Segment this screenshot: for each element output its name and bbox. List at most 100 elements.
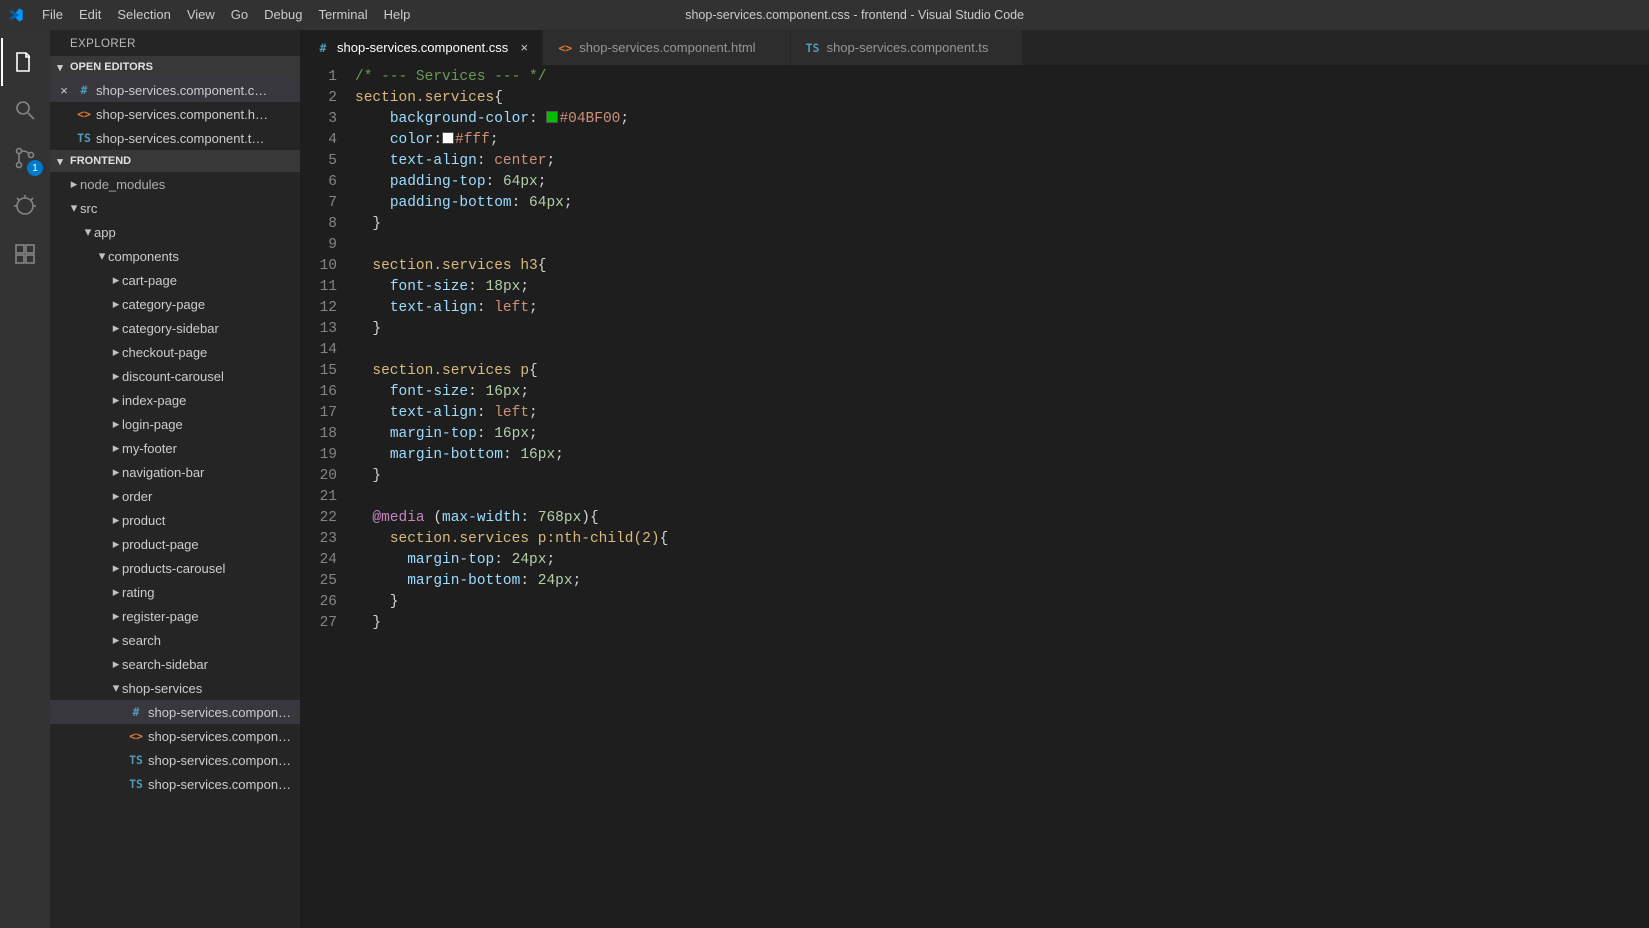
- search-activity-icon[interactable]: [1, 86, 49, 134]
- open-editors-header[interactable]: ▾ OPEN EDITORS: [50, 56, 300, 78]
- menu-help[interactable]: Help: [376, 0, 419, 30]
- code-line[interactable]: margin-top: 16px;: [355, 424, 1639, 445]
- file-item[interactable]: #shop-services.compon…: [50, 700, 300, 724]
- code-line[interactable]: font-size: 18px;: [355, 277, 1639, 298]
- chevron-right-icon[interactable]: ▸: [110, 512, 122, 528]
- folder-item[interactable]: ▸order: [50, 484, 300, 508]
- debug-activity-icon[interactable]: [1, 182, 49, 230]
- code-content[interactable]: /* --- Services --- */section.services{ …: [355, 67, 1649, 928]
- code-line[interactable]: text-align: left;: [355, 298, 1639, 319]
- file-item[interactable]: TSshop-services.compon…: [50, 748, 300, 772]
- chevron-right-icon[interactable]: ▸: [110, 344, 122, 360]
- folder-item[interactable]: ▸navigation-bar: [50, 460, 300, 484]
- code-line[interactable]: section.services{: [355, 88, 1639, 109]
- folder-item[interactable]: ▸product: [50, 508, 300, 532]
- folder-item[interactable]: ▸node_modules: [50, 172, 300, 196]
- chevron-right-icon[interactable]: ▸: [110, 320, 122, 336]
- menu-edit[interactable]: Edit: [71, 0, 109, 30]
- chevron-down-icon[interactable]: ▾: [110, 680, 122, 696]
- code-line[interactable]: @media (max-width: 768px){: [355, 508, 1639, 529]
- code-line[interactable]: }: [355, 214, 1639, 235]
- code-line[interactable]: }: [355, 466, 1639, 487]
- open-editor-item[interactable]: TSshop-services.component.t…: [50, 126, 300, 150]
- folder-item[interactable]: ▸index-page: [50, 388, 300, 412]
- code-line[interactable]: padding-bottom: 64px;: [355, 193, 1639, 214]
- menu-terminal[interactable]: Terminal: [310, 0, 375, 30]
- editor-tab[interactable]: TSshop-services.component.ts×: [791, 30, 1024, 65]
- code-line[interactable]: [355, 235, 1639, 256]
- code-line[interactable]: }: [355, 319, 1639, 340]
- code-line[interactable]: margin-bottom: 24px;: [355, 571, 1639, 592]
- chevron-right-icon[interactable]: ▸: [110, 416, 122, 432]
- close-icon[interactable]: ×: [516, 40, 532, 55]
- folder-item[interactable]: ▾src: [50, 196, 300, 220]
- chevron-right-icon[interactable]: ▸: [110, 536, 122, 552]
- explorer-activity-icon[interactable]: [1, 38, 49, 86]
- folder-item[interactable]: ▸search-sidebar: [50, 652, 300, 676]
- folder-item[interactable]: ▾components: [50, 244, 300, 268]
- menu-view[interactable]: View: [179, 0, 223, 30]
- open-editor-item[interactable]: ×#shop-services.component.c…: [50, 78, 300, 102]
- code-line[interactable]: [355, 340, 1639, 361]
- chevron-right-icon[interactable]: ▸: [110, 656, 122, 672]
- code-line[interactable]: section.services p{: [355, 361, 1639, 382]
- folder-item[interactable]: ▸discount-carousel: [50, 364, 300, 388]
- folder-item[interactable]: ▸cart-page: [50, 268, 300, 292]
- folder-item[interactable]: ▸search: [50, 628, 300, 652]
- extensions-activity-icon[interactable]: [1, 230, 49, 278]
- folder-item[interactable]: ▸register-page: [50, 604, 300, 628]
- code-line[interactable]: text-align: center;: [355, 151, 1639, 172]
- chevron-right-icon[interactable]: ▸: [110, 608, 122, 624]
- source-control-activity-icon[interactable]: 1: [1, 134, 49, 182]
- chevron-right-icon[interactable]: ▸: [110, 392, 122, 408]
- code-line[interactable]: margin-bottom: 16px;: [355, 445, 1639, 466]
- file-item[interactable]: <>shop-services.compon…: [50, 724, 300, 748]
- editor-tab[interactable]: <>shop-services.component.html×: [543, 30, 790, 65]
- menu-file[interactable]: File: [34, 0, 71, 30]
- open-editor-item[interactable]: <>shop-services.component.h…: [50, 102, 300, 126]
- chevron-right-icon[interactable]: ▸: [110, 272, 122, 288]
- folder-item[interactable]: ▸checkout-page: [50, 340, 300, 364]
- chevron-right-icon[interactable]: ▸: [110, 632, 122, 648]
- code-line[interactable]: [355, 487, 1639, 508]
- chevron-right-icon[interactable]: ▸: [68, 176, 80, 192]
- folder-item[interactable]: ▾app: [50, 220, 300, 244]
- chevron-down-icon[interactable]: ▾: [96, 248, 108, 264]
- file-item[interactable]: TSshop-services.compon…: [50, 772, 300, 796]
- chevron-right-icon[interactable]: ▸: [110, 488, 122, 504]
- code-line[interactable]: section.services p:nth-child(2){: [355, 529, 1639, 550]
- code-editor[interactable]: 1234567891011121314151617181920212223242…: [301, 65, 1649, 928]
- modified-dot-icon[interactable]: ×: [56, 83, 72, 98]
- code-line[interactable]: }: [355, 592, 1639, 613]
- chevron-down-icon[interactable]: ▾: [82, 224, 94, 240]
- code-line[interactable]: }: [355, 613, 1639, 634]
- menu-selection[interactable]: Selection: [109, 0, 178, 30]
- chevron-right-icon[interactable]: ▸: [110, 368, 122, 384]
- chevron-right-icon[interactable]: ▸: [110, 584, 122, 600]
- chevron-right-icon[interactable]: ▸: [110, 296, 122, 312]
- code-line[interactable]: text-align: left;: [355, 403, 1639, 424]
- chevron-down-icon[interactable]: ▾: [68, 200, 80, 216]
- folder-item[interactable]: ▸product-page: [50, 532, 300, 556]
- editor-tab[interactable]: #shop-services.component.css×: [301, 30, 543, 65]
- chevron-right-icon[interactable]: ▸: [110, 440, 122, 456]
- code-line[interactable]: /* --- Services --- */: [355, 67, 1639, 88]
- folder-item[interactable]: ▸products-carousel: [50, 556, 300, 580]
- code-line[interactable]: color:#fff;: [355, 130, 1639, 151]
- folder-item[interactable]: ▾shop-services: [50, 676, 300, 700]
- folder-item[interactable]: ▸category-sidebar: [50, 316, 300, 340]
- folder-item[interactable]: ▸my-footer: [50, 436, 300, 460]
- scrollbar-vertical[interactable]: [1635, 65, 1649, 928]
- folder-item[interactable]: ▸rating: [50, 580, 300, 604]
- code-line[interactable]: padding-top: 64px;: [355, 172, 1639, 193]
- code-line[interactable]: font-size: 16px;: [355, 382, 1639, 403]
- code-line[interactable]: background-color: #04BF00;: [355, 109, 1639, 130]
- project-header[interactable]: ▾ FRONTEND: [50, 150, 300, 172]
- code-line[interactable]: section.services h3{: [355, 256, 1639, 277]
- code-line[interactable]: margin-top: 24px;: [355, 550, 1639, 571]
- chevron-right-icon[interactable]: ▸: [110, 560, 122, 576]
- folder-item[interactable]: ▸category-page: [50, 292, 300, 316]
- menu-debug[interactable]: Debug: [256, 0, 310, 30]
- chevron-right-icon[interactable]: ▸: [110, 464, 122, 480]
- menu-go[interactable]: Go: [223, 0, 256, 30]
